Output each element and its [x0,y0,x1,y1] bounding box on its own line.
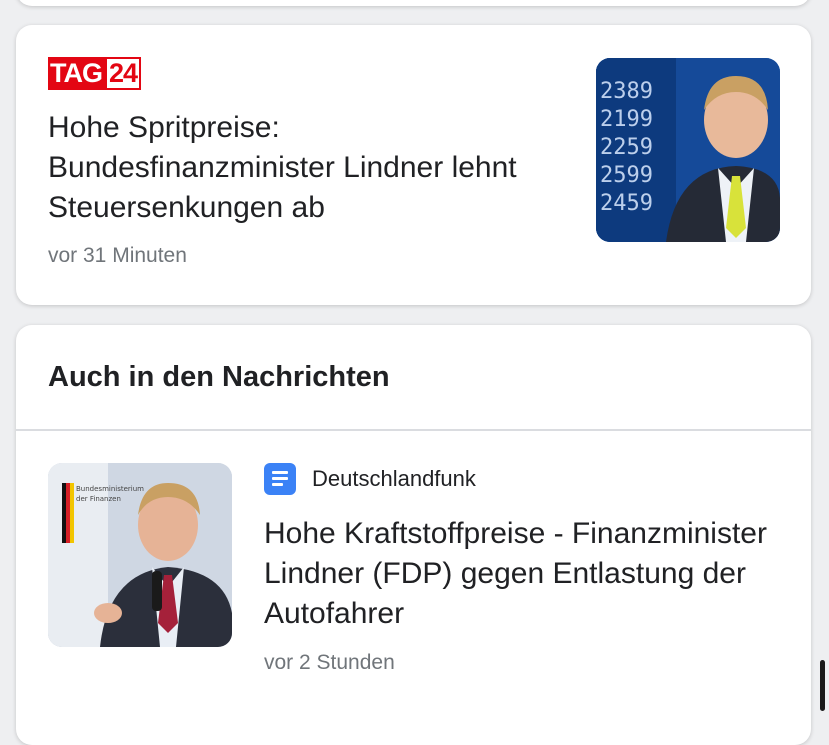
price-board-value: 2459 [600,191,653,216]
price-board-value: 2259 [600,135,653,160]
news-source: Deutschlandfunk [264,463,476,495]
source-name: Deutschlandfunk [312,466,476,491]
article-thumbnail[interactable]: 2389 2199 2259 2599 2459 [596,58,780,242]
speaker-image: Bundesministerium der Finanzen [48,463,232,647]
logo-tag: TAG [48,57,105,90]
previous-card[interactable] [16,0,811,6]
tag24-logo: TAG 24 [48,57,142,90]
scrollbar[interactable] [820,660,825,711]
sign-text: der Finanzen [76,495,121,503]
divider [16,429,811,431]
price-board-value: 2199 [600,107,653,132]
news-thumbnail[interactable]: Bundesministerium der Finanzen [48,463,232,647]
news-time: vor 2 Stunden [264,651,395,674]
news-section-card: Auch in den Nachrichten Bundesministeriu… [16,325,811,745]
logo-num: 24 [105,57,142,90]
news-title[interactable]: Hohe Kraftstoffpreise - Finanzminister L… [264,514,794,634]
sign-text: Bundesministerium [76,485,144,493]
article-title[interactable]: Hohe Spritpreise: Bundesfinanzminister L… [48,108,568,228]
price-board-image: 2389 2199 2259 2599 2459 [596,58,780,242]
article-time: vor 31 Minuten [48,244,187,267]
price-board-value: 2389 [600,79,653,104]
document-icon [264,463,296,495]
price-board-value: 2599 [600,163,653,188]
top-story-card[interactable]: TAG 24 Hohe Spritpreise: Bundesfinanzmin… [16,25,811,305]
section-heading: Auch in den Nachrichten [48,361,390,393]
